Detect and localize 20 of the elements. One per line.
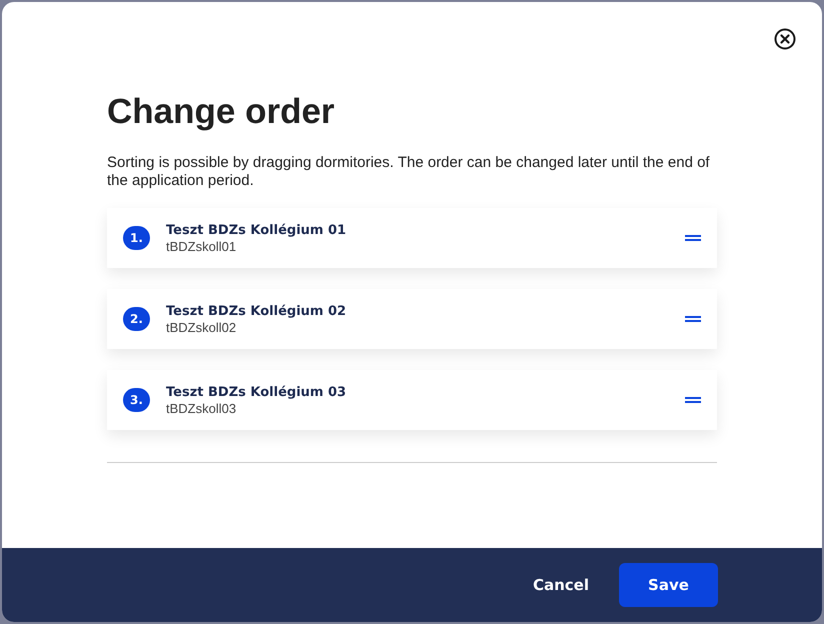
order-number: 3. <box>123 388 150 412</box>
dialog-title: Change order <box>107 92 336 132</box>
dormitory-code: tBDZskoll01 <box>166 238 238 254</box>
drag-handle-icon[interactable] <box>685 316 701 322</box>
dormitory-card[interactable]: 3. Teszt BDZs Kollégium 03 tBDZskoll03 <box>107 370 717 430</box>
dialog-description: Sorting is possible by dragging dormitories. The order can be changed later until the end of the application period. <box>107 154 711 190</box>
drag-handle-icon[interactable] <box>685 397 701 403</box>
save-button[interactable]: Save <box>619 563 718 607</box>
dormitory-name: Teszt BDZs Kollégium 02 <box>166 302 348 320</box>
dormitory-card[interactable]: 1. Teszt BDZs Kollégium 01 tBDZskoll01 <box>107 208 717 268</box>
dormitory-code: tBDZskoll03 <box>166 400 238 416</box>
dormitory-code: tBDZskoll02 <box>166 320 238 336</box>
dormitory-name: Teszt BDZs Kollégium 03 <box>166 384 348 400</box>
dormitory-card[interactable]: 2. Teszt BDZs Kollégium 02 tBDZskoll02 <box>107 289 717 349</box>
dormitory-name: Teszt BDZs Kollégium 01 <box>166 222 348 238</box>
cancel-button[interactable]: Cancel <box>528 570 593 600</box>
order-number: 1. <box>123 226 150 250</box>
drag-handle-icon[interactable] <box>685 235 701 241</box>
close-icon[interactable] <box>774 28 796 50</box>
order-number: 2. <box>123 307 150 331</box>
